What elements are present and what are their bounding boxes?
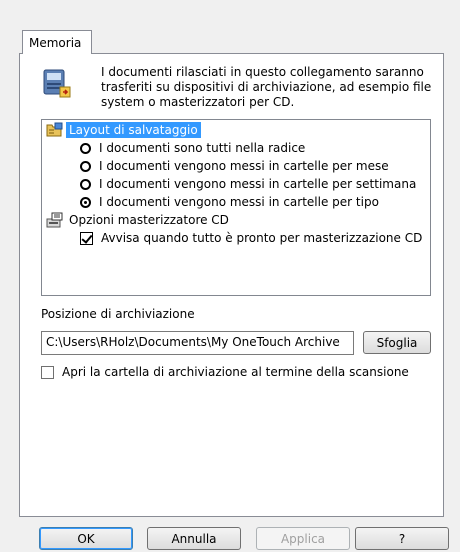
radio-label: I documenti vengono messi in cartelle pe… xyxy=(99,159,389,173)
tree-node-layout-label: Layout di salvataggio xyxy=(66,122,201,138)
tree-node-layout[interactable]: Layout di salvataggio xyxy=(46,121,201,139)
radio-label: I documenti sono tutti nella radice xyxy=(99,141,306,155)
tree-node-cd-label: Opzioni masterizzatore CD xyxy=(69,213,229,227)
radio-button[interactable] xyxy=(80,178,91,190)
archive-path-input[interactable]: C:\Users\RHolz\Documents\My OneTouch Arc… xyxy=(41,331,354,355)
checkbox-checked[interactable] xyxy=(80,231,93,245)
radio-button-selected[interactable] xyxy=(80,196,91,208)
radio-label: I documenti vengono messi in cartelle pe… xyxy=(99,195,379,209)
options-tree[interactable]: Layout di salvataggio I documenti sono t… xyxy=(41,119,431,296)
radio-by-type[interactable]: I documenti vengono messi in cartelle pe… xyxy=(80,193,379,211)
tab-label: Memoria xyxy=(29,36,82,50)
apply-button[interactable]: Applica xyxy=(256,527,350,550)
radio-button[interactable] xyxy=(80,160,91,172)
cd-burner-icon xyxy=(46,212,63,228)
radio-by-week[interactable]: I documenti vengono messi in cartelle pe… xyxy=(80,175,416,193)
radio-root[interactable]: I documenti sono tutti nella radice xyxy=(80,139,305,157)
tab-panel: I documenti rilasciati in questo collega… xyxy=(19,53,444,517)
header-description: I documenti rilasciati in questo collega… xyxy=(101,65,432,109)
help-button[interactable]: ? xyxy=(355,527,449,550)
storage-icon xyxy=(43,69,71,98)
checkbox-label: Apri la cartella di archiviazione al ter… xyxy=(62,365,409,379)
tree-node-cd[interactable]: Opzioni masterizzatore CD xyxy=(46,211,232,229)
radio-by-month[interactable]: I documenti vengono messi in cartelle pe… xyxy=(80,157,389,175)
radio-button[interactable] xyxy=(80,142,91,154)
tab-memoria[interactable]: Memoria xyxy=(22,30,92,54)
cancel-button[interactable]: Annulla xyxy=(147,527,241,550)
checkbox-unchecked[interactable] xyxy=(41,365,54,379)
folder-layout-icon xyxy=(46,122,63,137)
checkbox-label: Avvisa quando tutto è pronto per masteri… xyxy=(101,231,423,245)
open-folder-option[interactable]: Apri la cartella di archiviazione al ter… xyxy=(41,365,409,379)
radio-label: I documenti vengono messi in cartelle pe… xyxy=(99,177,417,191)
ok-button[interactable]: OK xyxy=(39,527,133,550)
browse-button[interactable]: Sfoglia xyxy=(363,331,431,354)
archive-location-label: Posizione di archiviazione xyxy=(41,307,195,321)
checkbox-notify-cd[interactable]: Avvisa quando tutto è pronto per masteri… xyxy=(80,229,422,247)
